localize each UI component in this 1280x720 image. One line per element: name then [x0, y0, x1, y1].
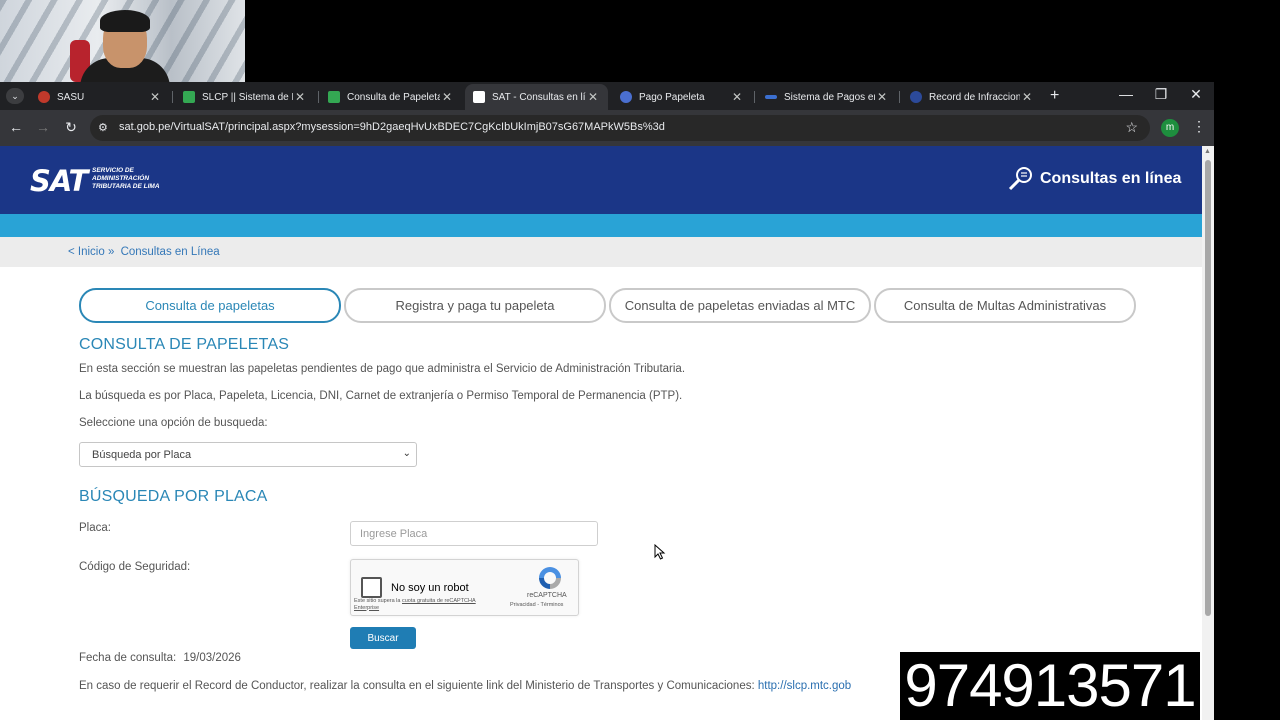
close-tab-icon[interactable]: ✕ — [440, 90, 454, 104]
shield-check-icon — [183, 91, 195, 103]
shield-check-icon — [328, 91, 340, 103]
tab-title: SAT - Consultas en línea — [492, 91, 586, 103]
browser-toolbar: ← → ↻ ⚙ sat.gob.pe/VirtualSAT/principal.… — [0, 110, 1214, 146]
placa-input[interactable] — [350, 521, 598, 546]
close-tab-icon[interactable]: ✕ — [730, 90, 744, 104]
back-icon[interactable]: ← — [6, 119, 26, 135]
accent-band — [0, 214, 1202, 237]
intro-text: La búsqueda es por Placa, Papeleta, Lice… — [79, 390, 683, 402]
tab-registra-paga[interactable]: Registra y paga tu papeleta — [344, 288, 606, 323]
browser-tab[interactable]: SLCP || Sistema de Lice ✕ — [175, 84, 315, 110]
buscar-button[interactable]: Buscar — [350, 627, 416, 649]
recaptcha-widget: No soy un robot Este sitio supera la cuo… — [350, 559, 579, 616]
magnifier-icon — [1008, 167, 1032, 191]
tab-title: SASU — [57, 91, 85, 103]
recaptcha-label: No soy un robot — [391, 582, 469, 594]
mtc-link[interactable]: http://slcp.mtc.gob — [758, 680, 851, 692]
tab-papeletas-mtc[interactable]: Consulta de papeletas enviadas al MTC — [609, 288, 871, 323]
close-window-icon[interactable]: ✕ — [1181, 86, 1211, 103]
recaptcha-checkbox[interactable] — [361, 577, 382, 598]
page-scrollbar[interactable]: ▲ — [1202, 146, 1214, 720]
search-type-select[interactable]: Búsqueda por Placa ⌄ — [79, 442, 417, 467]
menu-kebab-icon[interactable]: ⋮ — [1192, 118, 1206, 135]
browser-window: ⌄ SASU ✕ SLCP || Sistema de Lice ✕ Consu… — [0, 82, 1214, 720]
breadcrumb: < Inicio » Consultas en Línea — [68, 246, 220, 258]
close-tab-icon[interactable]: ✕ — [1020, 90, 1034, 104]
browser-tab[interactable]: Sistema de Pagos en L ✕ — [757, 84, 897, 110]
header-badge-text: Consultas en línea — [1040, 170, 1182, 187]
tab-title: Pago Papeleta — [639, 91, 705, 103]
browser-tab[interactable]: Pago Papeleta ✕ — [612, 84, 752, 110]
recaptcha-fine-print: Este sitio supera la cuota gratuita de r… — [354, 598, 476, 611]
section-title: CONSULTA DE PAPELETAS — [79, 336, 290, 353]
browser-tab[interactable]: Consulta de Papeletas ✕ — [320, 84, 462, 110]
address-bar[interactable]: ⚙ sat.gob.pe/VirtualSAT/principal.aspx?m… — [90, 115, 1150, 141]
sat-logo[interactable]: SAT — [30, 164, 88, 198]
bookmark-star-icon[interactable]: ☆ — [1125, 119, 1138, 136]
select-label: Seleccione una opción de busqueda: — [79, 417, 268, 429]
tab-title: Record de Infracciones — [929, 91, 1020, 103]
phone-number-overlay: 974913571 — [900, 652, 1200, 720]
mouse-cursor-icon — [654, 544, 666, 560]
webcam-video — [0, 0, 245, 82]
breadcrumb-home-link[interactable]: < Inicio » — [68, 246, 114, 258]
new-tab-icon[interactable]: + — [1050, 87, 1059, 105]
recaptcha-terms[interactable]: Privacidad - Términos — [510, 602, 563, 608]
sat-logo-subtitle: Servicio de Administración Tributaria de… — [92, 167, 160, 190]
sat-favicon-icon — [473, 91, 485, 103]
site-info-icon[interactable]: ⚙ — [98, 121, 112, 135]
placa-label: Placa: — [79, 522, 111, 534]
tab-title: Consulta de Papeletas — [347, 91, 440, 103]
tab-consulta-papeletas[interactable]: Consulta de papeletas — [79, 288, 341, 323]
site-header: SAT Servicio de Administración Tributari… — [0, 146, 1202, 214]
record-conductor-text: En caso de requerir el Record de Conduct… — [79, 680, 851, 692]
consultas-en-linea-badge: Consultas en línea — [1006, 166, 1181, 192]
favicon-icon — [765, 95, 777, 99]
close-tab-icon[interactable]: ✕ — [148, 90, 162, 104]
reload-icon[interactable]: ↻ — [61, 119, 81, 136]
url-text: sat.gob.pe/VirtualSAT/principal.aspx?mys… — [119, 121, 665, 133]
browser-tab-active[interactable]: SAT - Consultas en línea ✕ — [465, 84, 608, 110]
restore-icon[interactable]: ❐ — [1146, 86, 1176, 103]
fecha-label: Fecha de consulta: — [79, 652, 177, 664]
tab-title: Sistema de Pagos en L — [784, 91, 875, 103]
close-tab-icon[interactable]: ✕ — [875, 90, 889, 104]
search-type-value: Búsqueda por Placa — [92, 449, 192, 461]
record-text: En caso de requerir el Record de Conduct… — [79, 680, 755, 692]
fecha-consulta: Fecha de consulta: 19/03/2026 — [79, 652, 241, 664]
screen: ⌄ SASU ✕ SLCP || Sistema de Lice ✕ Consu… — [0, 0, 1280, 720]
forward-icon[interactable]: → — [33, 119, 53, 135]
codigo-label: Código de Seguridad: — [79, 561, 191, 573]
browser-tab[interactable]: Record de Infracciones ✕ — [902, 84, 1042, 110]
browser-tab[interactable]: SASU ✕ — [30, 84, 170, 110]
close-tab-icon[interactable]: ✕ — [586, 90, 600, 104]
profile-avatar[interactable]: m — [1161, 119, 1179, 137]
minimize-icon[interactable]: — — [1111, 86, 1141, 102]
tab-multas-administrativas[interactable]: Consulta de Multas Administrativas — [874, 288, 1136, 323]
breadcrumb-current[interactable]: Consultas en Línea — [121, 246, 220, 258]
favicon-icon — [620, 91, 632, 103]
breadcrumb-bar: < Inicio » Consultas en Línea — [0, 237, 1202, 267]
tab-list-icon[interactable]: ⌄ — [6, 88, 24, 104]
recaptcha-logo-icon — [539, 567, 561, 589]
close-tab-icon[interactable]: ✕ — [293, 90, 307, 104]
intro-text: En esta sección se muestran las papeleta… — [79, 363, 686, 375]
recaptcha-brand: reCAPTCHA — [527, 592, 567, 599]
web-page: SAT Servicio de Administración Tributari… — [0, 146, 1202, 720]
fecha-value: 19/03/2026 — [183, 652, 241, 664]
tab-strip: ⌄ SASU ✕ SLCP || Sistema de Lice ✕ Consu… — [0, 82, 1214, 110]
scroll-up-icon[interactable]: ▲ — [1204, 148, 1211, 155]
chevron-down-icon: ⌄ — [402, 448, 411, 459]
favicon-icon — [910, 91, 922, 103]
tab-title: SLCP || Sistema de Lice — [202, 91, 293, 103]
form-title: BÚSQUEDA POR PLACA — [79, 488, 268, 505]
scrollbar-thumb[interactable] — [1205, 160, 1211, 616]
favicon-icon — [38, 91, 50, 103]
